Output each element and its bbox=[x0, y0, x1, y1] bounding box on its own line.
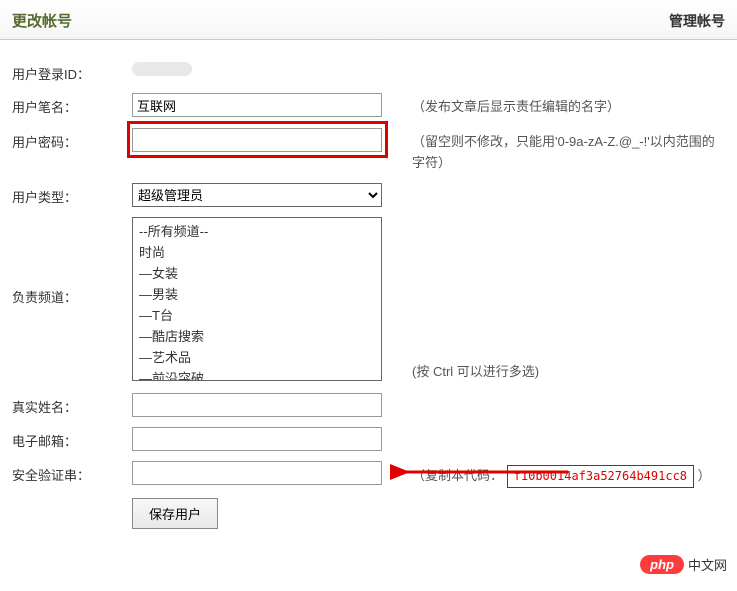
security-label: 安全验证串： bbox=[12, 461, 132, 484]
page-title: 更改帐号 bbox=[12, 10, 72, 31]
channels-multiselect[interactable]: --所有频道-- 时尚 —女装 —男装 —T台 —酷店搜索 —艺术品 —前沿突破… bbox=[132, 217, 382, 381]
nickname-row: 用户笔名： （发布文章后显示责任编辑的名字） bbox=[12, 93, 725, 118]
login-id-label: 用户登录ID： bbox=[12, 60, 132, 83]
manage-account-link[interactable]: 管理帐号 bbox=[669, 11, 725, 31]
watermark-logo: php bbox=[640, 555, 684, 574]
watermark-text: 中文网 bbox=[688, 555, 727, 574]
channels-row: 负责频道： --所有频道-- 时尚 —女装 —男装 —T台 —酷店搜索 —艺术品… bbox=[12, 217, 725, 383]
user-type-label: 用户类型： bbox=[12, 183, 132, 206]
nickname-hint: （发布文章后显示责任编辑的名字） bbox=[392, 93, 725, 118]
page-header: 更改帐号 管理帐号 bbox=[0, 0, 737, 40]
real-name-label: 真实姓名： bbox=[12, 393, 132, 416]
user-type-select[interactable]: 超级管理员 bbox=[132, 183, 382, 207]
real-name-row: 真实姓名： bbox=[12, 393, 725, 417]
email-row: 电子邮箱： bbox=[12, 427, 725, 451]
security-input[interactable] bbox=[132, 461, 382, 485]
channel-option[interactable]: —艺术品 bbox=[135, 346, 379, 367]
channel-option[interactable]: —前沿突破 bbox=[135, 367, 379, 381]
security-hint: （复制本代码： f10b0014af3a52764b491cc8 ） bbox=[392, 461, 725, 488]
real-name-input[interactable] bbox=[132, 393, 382, 417]
nickname-input[interactable] bbox=[132, 93, 382, 117]
channel-option[interactable]: —男装 bbox=[135, 283, 379, 304]
login-id-value bbox=[132, 60, 392, 76]
channel-option[interactable]: —女装 bbox=[135, 262, 379, 283]
channels-label: 负责频道： bbox=[12, 217, 132, 306]
channel-option[interactable]: 时尚 bbox=[135, 241, 379, 262]
nickname-label: 用户笔名： bbox=[12, 93, 132, 116]
submit-row: 保存用户 bbox=[12, 498, 725, 529]
channel-option[interactable]: —T台 bbox=[135, 304, 379, 325]
password-input[interactable] bbox=[132, 128, 382, 152]
save-button[interactable]: 保存用户 bbox=[132, 498, 218, 529]
user-type-row: 用户类型： 超级管理员 bbox=[12, 183, 725, 207]
password-hint: （留空则不修改，只能用'0-9a-zA-Z.@_-!'以内范围的字符） bbox=[392, 128, 725, 174]
channel-option[interactable]: --所有频道-- bbox=[135, 220, 379, 241]
channels-hint: (按 Ctrl 可以进行多选) bbox=[392, 217, 725, 383]
password-row: 用户密码： （留空则不修改，只能用'0-9a-zA-Z.@_-!'以内范围的字符… bbox=[12, 128, 725, 174]
channel-option[interactable]: —酷店搜索 bbox=[135, 325, 379, 346]
security-code: f10b0014af3a52764b491cc8 bbox=[507, 465, 694, 488]
email-label: 电子邮箱： bbox=[12, 427, 132, 450]
watermark: php 中文网 bbox=[640, 555, 727, 574]
email-input[interactable] bbox=[132, 427, 382, 451]
code-suffix: ） bbox=[698, 468, 711, 483]
security-row: 安全验证串： （复制本代码： f10b0014af3a52764b491cc8 … bbox=[12, 461, 725, 488]
form-content: 用户登录ID： 用户笔名： （发布文章后显示责任编辑的名字） 用户密码： （留空… bbox=[0, 40, 737, 549]
login-id-row: 用户登录ID： bbox=[12, 60, 725, 83]
password-label: 用户密码： bbox=[12, 128, 132, 151]
blurred-id bbox=[132, 62, 192, 76]
code-label: （复制本代码： bbox=[412, 468, 503, 483]
